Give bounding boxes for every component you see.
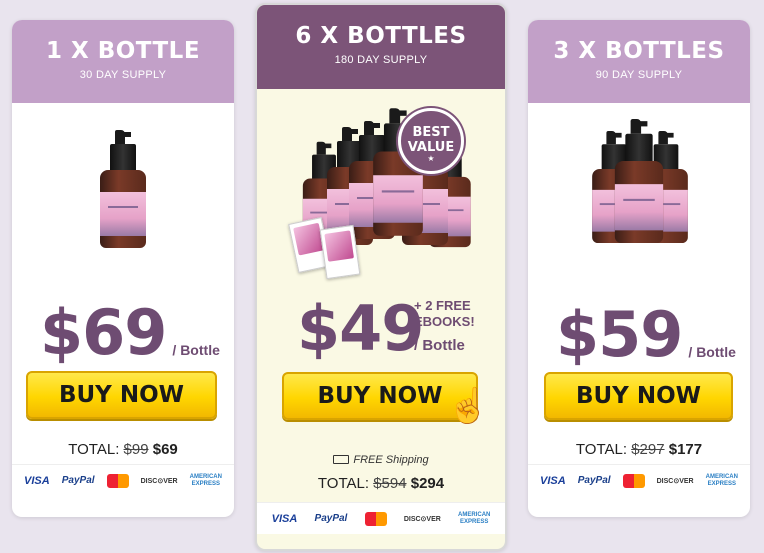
paypal-icon: PayPal bbox=[314, 513, 348, 524]
amex-line1: AMERICAN bbox=[189, 474, 222, 481]
discover-icon: DISC⊙VER bbox=[140, 477, 178, 485]
discover-icon: DISC⊙VER bbox=[403, 515, 441, 523]
total-label: TOTAL: bbox=[317, 475, 370, 492]
visa-icon: VISA bbox=[24, 474, 50, 487]
total-new-price: $69 bbox=[152, 441, 178, 458]
price-value: $59 bbox=[556, 298, 683, 371]
visa-icon: VISA bbox=[540, 474, 566, 487]
total-price: TOTAL: $594 $294 bbox=[257, 475, 505, 492]
payment-methods: VISA PayPal DISC⊙VER AMERICAN EXPRESS bbox=[528, 464, 750, 496]
price-per-unit: / Bottle bbox=[688, 344, 736, 360]
amex-line2: EXPRESS bbox=[707, 480, 736, 487]
total-old-price: $99 bbox=[123, 441, 149, 458]
offer-header: 1 X BOTTLE 30 DAY SUPPLY bbox=[12, 20, 234, 103]
pointer-hand-icon: ☝ bbox=[447, 387, 490, 425]
offer-supply: 90 DAY SUPPLY bbox=[595, 69, 683, 81]
discover-icon: DISC⊙VER bbox=[656, 477, 694, 485]
paypal-icon: PayPal bbox=[61, 475, 95, 486]
total-label: TOTAL: bbox=[575, 441, 628, 458]
paypal-icon: PayPal bbox=[577, 475, 611, 486]
amex-icon: AMERICAN EXPRESS bbox=[458, 512, 490, 525]
price-per-unit: / Bottle bbox=[414, 337, 465, 354]
amex-icon: AMERICAN EXPRESS bbox=[706, 474, 738, 487]
promo-text: + 2 FREE EBOOKS! / Bottle bbox=[414, 298, 475, 354]
badge-line1: BEST bbox=[412, 125, 450, 140]
star-icon: ★ bbox=[427, 154, 435, 163]
offer-title: 3 X BOTTLES bbox=[553, 38, 725, 64]
amex-line1: AMERICAN bbox=[458, 512, 491, 519]
amex-line2: EXPRESS bbox=[191, 480, 220, 487]
payment-methods: VISA PayPal DISC⊙VER AMERICAN EXPRESS bbox=[257, 502, 505, 534]
best-value-badge: BEST VALUE ★ bbox=[398, 108, 464, 174]
shipping-text: FREE Shipping bbox=[353, 454, 429, 466]
promo-line2: EBOOKS! bbox=[414, 314, 475, 329]
total-price: TOTAL: $297 $177 bbox=[528, 441, 750, 458]
mastercard-icon bbox=[364, 511, 387, 526]
price-block: $49 bbox=[297, 292, 424, 365]
buy-now-button[interactable]: BUY NOW bbox=[26, 371, 217, 419]
buy-now-button[interactable]: BUY NOW bbox=[544, 372, 733, 420]
truck-icon bbox=[333, 455, 350, 464]
total-new-price: $294 bbox=[410, 475, 445, 492]
offer-card-6-bottles: 6 X BOTTLES 180 DAY SUPPLY BEST VALUE ★ … bbox=[255, 3, 507, 551]
amex-line1: AMERICAN bbox=[705, 474, 738, 481]
offer-title: 6 X BOTTLES bbox=[295, 23, 467, 49]
total-label: TOTAL: bbox=[68, 441, 120, 458]
amex-line2: EXPRESS bbox=[460, 518, 489, 525]
amex-icon: AMERICAN EXPRESS bbox=[190, 474, 222, 487]
price-value: $69 bbox=[40, 296, 167, 369]
offer-supply: 30 DAY SUPPLY bbox=[79, 69, 167, 81]
ebook-image bbox=[319, 224, 361, 280]
payment-methods: VISA PayPal DISC⊙VER AMERICAN EXPRESS bbox=[12, 464, 234, 496]
mastercard-icon bbox=[622, 473, 645, 488]
promo-line1: + 2 FREE bbox=[414, 298, 471, 313]
price-per-unit: / Bottle bbox=[172, 342, 220, 358]
offer-title: 1 X BOTTLE bbox=[45, 38, 201, 64]
total-new-price: $177 bbox=[668, 441, 703, 458]
offer-card-1-bottle: 1 X BOTTLE 30 DAY SUPPLY $69 / Bottle BU… bbox=[12, 20, 234, 517]
offer-header: 3 X BOTTLES 90 DAY SUPPLY bbox=[528, 20, 750, 103]
total-old-price: $297 bbox=[631, 441, 665, 458]
total-price: TOTAL: $99 $69 bbox=[12, 441, 234, 458]
free-shipping: FREE Shipping bbox=[257, 454, 505, 466]
offer-header: 6 X BOTTLES 180 DAY SUPPLY bbox=[257, 5, 505, 89]
total-old-price: $594 bbox=[373, 475, 407, 492]
price-block: $59 / Bottle bbox=[556, 304, 736, 366]
mastercard-icon bbox=[106, 473, 129, 488]
visa-icon: VISA bbox=[271, 512, 298, 525]
badge-line2: VALUE bbox=[407, 140, 455, 155]
offer-supply: 180 DAY SUPPLY bbox=[334, 54, 428, 66]
price-value: $49 bbox=[297, 292, 424, 365]
price-block: $69 / Bottle bbox=[40, 302, 220, 364]
offer-card-3-bottles: 3 X BOTTLES 90 DAY SUPPLY $59 / Bottle B… bbox=[528, 20, 750, 517]
